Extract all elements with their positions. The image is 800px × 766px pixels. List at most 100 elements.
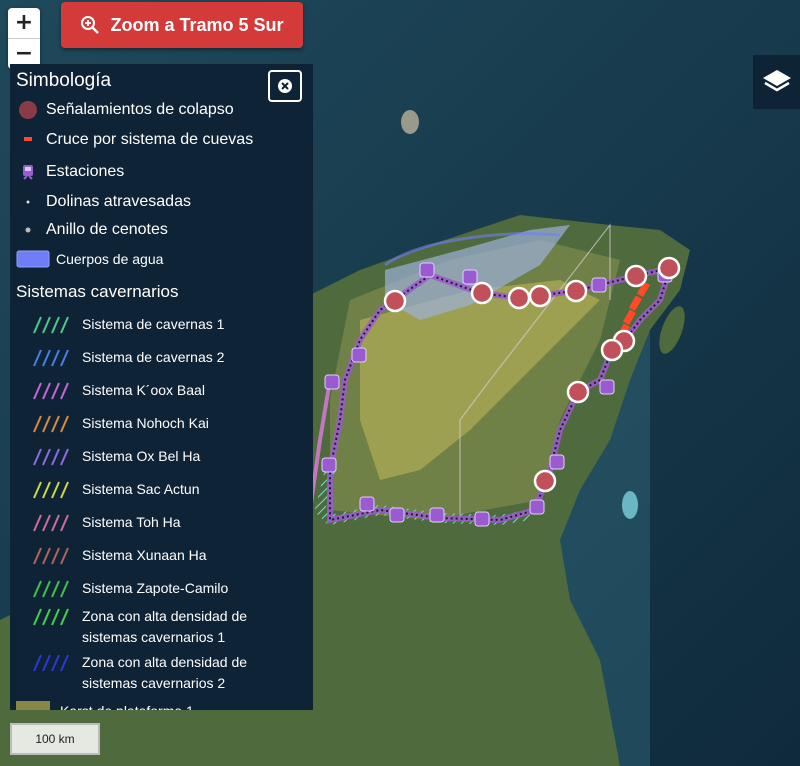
legend-item-dolinas: Dolinas atravesadas [10, 192, 191, 212]
legend-item-cave-system: Sistema Xunaan Ha [32, 545, 207, 566]
legend-item-label: Estaciones [46, 163, 125, 180]
station-marker[interactable] [529, 499, 545, 515]
legend-item-label-line: Sistema de cavernas 1 [82, 316, 225, 332]
legend-panel: Simbología Señalamientos de colapso Cruc… [10, 64, 313, 710]
legend-item-label: Sistema de cavernas 1 [82, 314, 224, 335]
legend-item-label: Sistema Toh Ha [82, 512, 181, 533]
legend-item-label-line: Sistema Nohoch Kai [82, 415, 209, 431]
collapse-marker[interactable] [528, 284, 552, 308]
layers-icon [762, 70, 791, 92]
hatch-swatch-icon [33, 580, 69, 598]
station-marker[interactable] [591, 277, 607, 293]
legend-item-collapse: Señalamientos de colapso [10, 100, 234, 120]
station-marker[interactable] [321, 457, 337, 473]
legend-item-karst: Karst de plataforma 1 [16, 701, 194, 710]
hatch-swatch-icon [33, 316, 69, 334]
small-dot-icon [26, 200, 30, 204]
zoom-in-button[interactable]: + [8, 8, 40, 38]
legend-item-label: Dolinas atravesadas [46, 193, 191, 210]
karst-swatch-icon [16, 701, 50, 710]
legend-item-cave-system: Sistema Nohoch Kai [32, 413, 209, 434]
station-marker[interactable] [429, 507, 445, 523]
collapse-marker[interactable] [470, 281, 494, 305]
legend-item-label-line: Sistema K´oox Baal [82, 382, 205, 398]
collapse-dot-icon [19, 101, 37, 119]
station-marker[interactable] [351, 347, 367, 363]
legend-item-label: Sistema Xunaan Ha [82, 545, 207, 566]
legend-item-label: Sistema de cavernas 2 [82, 347, 224, 368]
legend-item-label-line: Sistema Toh Ha [82, 514, 181, 530]
legend-item-label: Cuerpos de agua [56, 251, 164, 267]
legend-item-label-line: Sistema Sac Actun [82, 481, 200, 497]
collapse-marker[interactable] [507, 286, 531, 310]
station-marker[interactable] [474, 511, 490, 527]
train-icon [23, 165, 33, 180]
collapse-marker[interactable] [566, 380, 590, 404]
legend-item-cave-system: Zona con alta densidad de sistemas cavern… [32, 606, 247, 648]
hatch-swatch-icon [33, 481, 69, 499]
legend-item-cave-system: Sistema Sac Actun [32, 479, 200, 500]
legend-item-label-line: Sistema Zapote-Camilo [82, 580, 229, 596]
water-swatch-icon [16, 250, 50, 268]
legend-item-label: Cruce por sistema de cuevas [46, 131, 254, 148]
legend-item-label-line: Sistema Ox Bel Ha [82, 448, 201, 464]
legend-item-label: Señalamientos de colapso [46, 101, 234, 118]
reef-island [622, 491, 638, 519]
legend-item-stations: Estaciones [10, 162, 124, 182]
collapse-marker[interactable] [564, 279, 588, 303]
hatch-swatch-icon [33, 382, 69, 400]
hatch-swatch-icon [33, 448, 69, 466]
station-marker[interactable] [359, 496, 375, 512]
collapse-marker[interactable] [657, 256, 681, 280]
legend-item-cave-system: Sistema Zapote-Camilo [32, 578, 228, 599]
legend-item-cenote-ring: Anillo de cenotes [10, 220, 168, 240]
station-marker[interactable] [419, 262, 435, 278]
legend-item-cave-crossing: Cruce por sistema de cuevas [10, 130, 253, 150]
legend-item-cave-system: Sistema Ox Bel Ha [32, 446, 200, 467]
legend-item-cave-system: Sistema de cavernas 2 [32, 347, 224, 368]
legend-item-label: Anillo de cenotes [46, 221, 168, 238]
legend-item-label-line: sistemas cavernarios 2 [82, 675, 226, 691]
hatch-swatch-icon [33, 349, 69, 367]
hatch-swatch-icon [33, 415, 69, 433]
legend-item-cave-system: Sistema de cavernas 1 [32, 314, 224, 335]
zoom-magnifier-icon [81, 16, 100, 34]
collapse-marker[interactable] [383, 289, 407, 313]
legend-item-cave-system: Sistema K´oox Baal [32, 380, 205, 401]
legend-item-label: Zona con alta densidad de sistemas cavern… [82, 606, 247, 648]
zoom-tramo-button[interactable]: Zoom a Tramo 5 Sur [61, 2, 303, 48]
legend-item-label: Sistema Zapote-Camilo [82, 578, 228, 599]
hatch-swatch-icon [33, 654, 69, 672]
zoom-tramo-label: Zoom a Tramo 5 Sur [110, 14, 284, 35]
legend-item-label-line: Zona con alta densidad de [82, 654, 248, 670]
legend-item-cave-system: Zona con alta densidad de sistemas cavern… [32, 652, 247, 694]
legend-item-water: Cuerpos de agua [10, 250, 163, 268]
legend-close-button[interactable] [268, 70, 302, 102]
station-marker[interactable] [462, 269, 478, 285]
legend-item-label: Sistema K´oox Baal [82, 380, 205, 401]
scale-bar: 100 km [10, 723, 100, 755]
legend-item-cave-system: Sistema Toh Ha [32, 512, 181, 533]
hatch-swatch-icon [33, 547, 69, 565]
station-marker[interactable] [599, 379, 615, 395]
collapse-marker[interactable] [533, 469, 557, 493]
station-marker[interactable] [549, 454, 565, 470]
station-marker[interactable] [324, 374, 340, 390]
scale-label: 100 km [35, 732, 75, 746]
hatch-swatch-icon [33, 514, 69, 532]
zoom-control: + − [8, 8, 40, 69]
cave-systems-title: Sistemas cavernarios [16, 282, 179, 301]
layers-button[interactable] [753, 55, 800, 109]
collapse-marker[interactable] [624, 264, 648, 288]
small-island [401, 110, 419, 134]
legend-title: Simbología [16, 70, 112, 91]
legend-item-label: Sistema Sac Actun [82, 479, 200, 500]
station-marker[interactable] [389, 507, 405, 523]
legend-item-label: Sistema Nohoch Kai [82, 413, 209, 434]
hatch-swatch-icon [33, 608, 69, 626]
red-dash-icon [24, 137, 32, 141]
legend-item-label-line: sistemas cavernarios 1 [82, 629, 226, 645]
legend-item-label: Zona con alta densidad de sistemas cavern… [82, 652, 247, 694]
collapse-marker[interactable] [600, 338, 624, 362]
legend-item-label: Karst de plataforma 1 [60, 701, 194, 710]
